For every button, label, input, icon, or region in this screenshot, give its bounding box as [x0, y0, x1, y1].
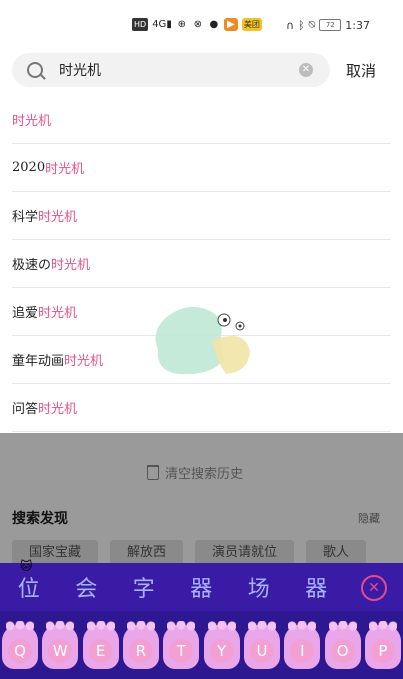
suggestion-prefix: 追爱 — [12, 306, 39, 321]
search-icon — [27, 62, 43, 78]
suggestion-prefix: 极速の — [12, 258, 52, 273]
suggestion-prefix: 问答 — [12, 402, 39, 417]
discover-title: 搜索发现 — [12, 511, 68, 527]
key-y[interactable]: Y — [203, 621, 240, 669]
mascot-tail — [212, 336, 250, 374]
clear-icon[interactable]: ✕ — [299, 63, 313, 77]
mascot-pupil — [238, 324, 242, 328]
key-p[interactable]: P — [364, 621, 401, 669]
meituan-icon: 美团 — [241, 18, 262, 31]
candidate-list: 位 会 字 器 场 器 — [0, 563, 345, 611]
keyboard-candidate-bar: 🐱 位 会 字 器 场 器 ✕ — [0, 559, 403, 611]
suggestion-item[interactable]: 问答 时光机 — [12, 384, 391, 432]
suggestion-highlight: 时光机 — [38, 306, 78, 321]
key-row: Q W E R T Y U I O P — [2, 621, 401, 669]
search-input[interactable] — [59, 60, 289, 80]
status-right-icons: ∩ ᛒ ⍉ 72 1:37 — [286, 18, 370, 32]
suggestion-highlight: 时光机 — [38, 210, 78, 225]
suggestion-highlight: 时光机 — [38, 402, 78, 417]
status-left-icons: HD 4G▮ ⊕ ⊗ ● ▶ 美团 — [132, 18, 262, 31]
headphones-icon: ∩ — [286, 18, 295, 32]
suggestion-highlight: 时光机 — [45, 162, 85, 177]
key-t[interactable]: T — [163, 621, 200, 669]
key-o[interactable]: O — [324, 621, 361, 669]
suggestion-prefix: 科学 — [12, 210, 39, 225]
key-u[interactable]: U — [243, 621, 280, 669]
bluetooth-icon: ᛒ — [298, 18, 305, 32]
mute-icon: ⍉ — [308, 18, 316, 31]
cancel-button[interactable]: 取消 — [346, 60, 376, 81]
hd-icon: HD — [132, 18, 149, 31]
candidate-word[interactable]: 位 — [18, 571, 40, 603]
key-e[interactable]: E — [82, 621, 119, 669]
suggestion-item[interactable]: 时光机 — [12, 96, 391, 144]
suggestion-item[interactable]: 2020 时光机 — [12, 144, 391, 192]
suggestion-item[interactable]: 科学 时光机 — [12, 192, 391, 240]
trash-icon — [147, 465, 159, 480]
status-bar: HD 4G▮ ⊕ ⊗ ● ▶ 美团 ∩ ᛒ ⍉ 72 1:37 — [0, 0, 403, 52]
suggestion-highlight: 时光机 — [51, 258, 91, 273]
close-candidates-icon[interactable]: ✕ — [361, 575, 387, 601]
keyboard: Q W E R T Y U I O P — [0, 611, 403, 679]
hide-button[interactable]: 隐藏 — [358, 510, 380, 526]
suggestion-highlight: 时光机 — [64, 354, 104, 369]
suggestion-prefix: 童年动画 — [12, 354, 65, 369]
suggestion-prefix: 2020 — [12, 160, 46, 175]
suggestion-list: 时光机 2020 时光机 科学 时光机 极速の 时光机 追爱 时光机 童年动画 时光机 问… — [0, 96, 403, 432]
key-i[interactable]: I — [284, 621, 321, 669]
mascot-pupil — [223, 318, 227, 322]
key-r[interactable]: R — [122, 621, 159, 669]
battery-icon: 72 — [319, 19, 342, 31]
key-q[interactable]: Q — [2, 621, 38, 669]
mascot-illustration — [155, 306, 250, 375]
candidate-word[interactable]: 字 — [133, 571, 155, 603]
suggestion-highlight: 时光机 — [12, 114, 52, 129]
clear-history-label: 清空搜索历史 — [165, 467, 244, 482]
signal-icon: 4G▮ — [152, 19, 172, 30]
video-icon: ▶ — [223, 18, 238, 31]
candidate-word[interactable]: 场 — [248, 571, 270, 603]
link-icon: ⊕ — [177, 19, 187, 30]
candidate-word[interactable]: 会 — [75, 571, 97, 603]
vpn-icon: ⊗ — [193, 19, 203, 30]
suggestion-item[interactable]: 极速の 时光机 — [12, 240, 391, 288]
wechat-icon: ● — [209, 19, 219, 30]
candidate-word[interactable]: 器 — [305, 571, 327, 603]
clear-history-button[interactable]: 清空搜索历史 — [147, 463, 243, 482]
search-bar[interactable]: ✕ — [12, 53, 330, 87]
clock: 1:37 — [345, 18, 370, 32]
key-w[interactable]: W — [42, 621, 79, 669]
candidate-word[interactable]: 器 — [190, 571, 212, 603]
